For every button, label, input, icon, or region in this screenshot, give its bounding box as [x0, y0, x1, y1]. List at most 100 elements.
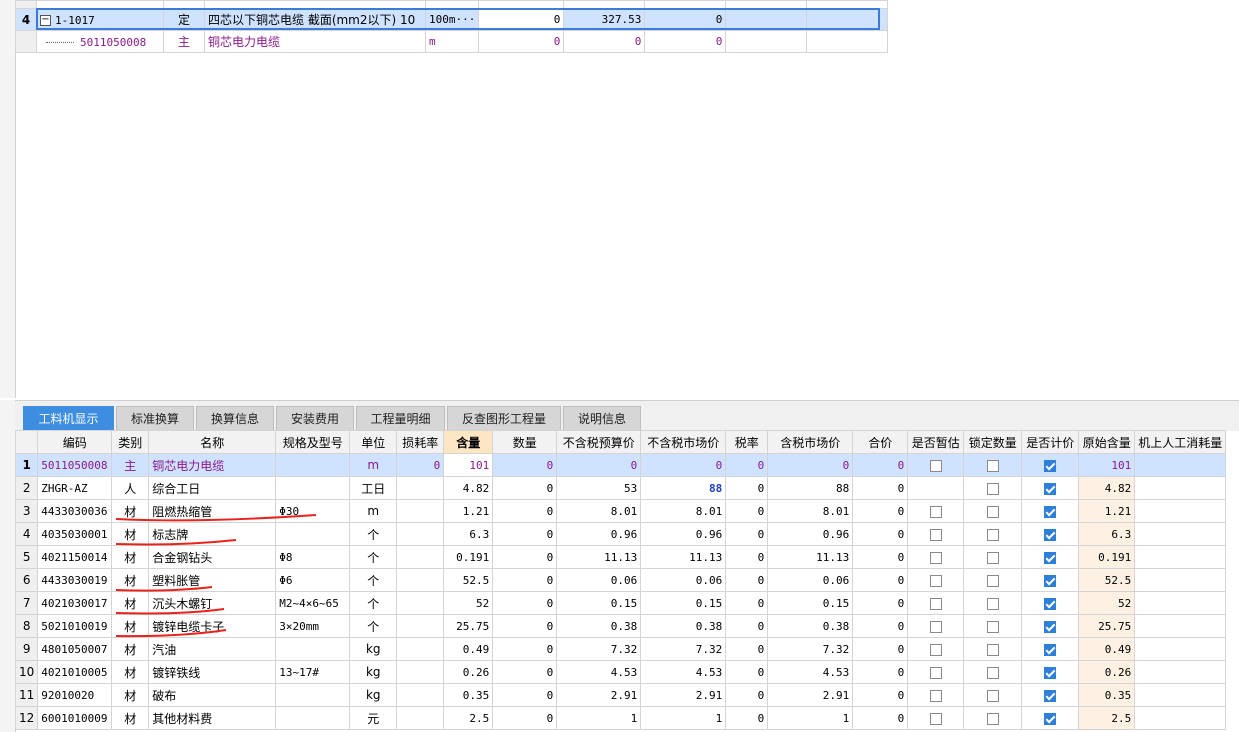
row-number[interactable]: 2 [14, 476, 39, 500]
resource-unit[interactable]: 个 [349, 614, 398, 638]
quota-total[interactable]: 0 [644, 8, 727, 31]
quota-name[interactable]: 四芯以下铜芯电缆 截面(mm2以下) 10 [204, 8, 426, 31]
resource-category[interactable]: 人 [111, 476, 150, 500]
quota-code-cell[interactable]: −1-1017 [36, 8, 164, 31]
checkbox-unchecked-icon[interactable] [929, 505, 942, 518]
resource-budget-price[interactable]: 0.06 [556, 568, 642, 592]
col-total[interactable]: 合价 [852, 430, 909, 454]
col-original-content[interactable]: 原始含量 [1078, 430, 1136, 454]
resource-tax-rate[interactable]: 0 [725, 660, 769, 684]
resource-original-content[interactable]: 0.191 [1078, 545, 1136, 569]
col-unit[interactable]: 单位 [349, 430, 398, 454]
checkbox-unchecked-icon[interactable] [929, 643, 942, 656]
col-category[interactable]: 类别 [111, 430, 150, 454]
resource-code[interactable]: 5011050008 [37, 453, 113, 477]
resource-budget-price[interactable]: 0.96 [556, 522, 642, 546]
resource-tax-rate[interactable]: 0 [725, 499, 769, 523]
checkbox-checked-icon[interactable] [1044, 482, 1057, 495]
resource-market-price[interactable]: 0.96 [640, 522, 727, 546]
resource-total[interactable]: 0 [852, 614, 909, 638]
checkbox-checked-icon[interactable] [1044, 551, 1057, 564]
resource-name[interactable]: 综合工日 [148, 476, 277, 500]
checkbox-unchecked-icon[interactable] [929, 712, 942, 725]
resource-is-estimate[interactable] [907, 476, 965, 500]
col-is-estimate[interactable]: 是否暂估 [907, 430, 965, 454]
resource-tax-rate[interactable]: 0 [725, 637, 769, 661]
resource-market-price[interactable]: 88 [640, 476, 727, 500]
checkbox-unchecked-icon[interactable] [986, 689, 999, 702]
resource-quantity[interactable]: 0 [492, 614, 558, 638]
resource-unit[interactable]: 工日 [349, 476, 398, 500]
resource-original-content[interactable]: 25.75 [1078, 614, 1136, 638]
resource-is-priced[interactable] [1021, 614, 1080, 638]
resource-is-priced[interactable] [1021, 568, 1080, 592]
resource-is-estimate[interactable] [907, 522, 965, 546]
checkbox-unchecked-icon[interactable] [986, 712, 999, 725]
resource-lock-quantity[interactable] [963, 637, 1023, 661]
resource-spec[interactable] [275, 453, 351, 477]
resource-tax-rate[interactable]: 0 [725, 614, 769, 638]
resource-lock-quantity[interactable] [963, 591, 1023, 615]
row-number[interactable]: 5 [14, 545, 39, 569]
resource-quantity[interactable]: 0 [492, 522, 558, 546]
resource-row[interactable]: 5 4021150014 材合金钢钻头 Φ8 个 0.191 0 11.13 11.13 0 11.… [14, 545, 1227, 569]
resource-lock-quantity[interactable] [963, 683, 1023, 707]
resource-unit[interactable]: 元 [349, 706, 398, 730]
resource-tax-rate[interactable]: 0 [725, 591, 769, 615]
material-quantity[interactable]: 0 [478, 30, 565, 53]
material-type[interactable]: 主 [163, 30, 205, 53]
resource-taxed-market-price[interactable]: 0 [767, 453, 854, 477]
resource-machine-labor[interactable] [1134, 660, 1227, 684]
checkbox-checked-icon[interactable] [1044, 666, 1057, 679]
resource-code[interactable]: 6001010009 [37, 706, 113, 730]
resource-taxed-market-price[interactable]: 7.32 [767, 637, 854, 661]
resource-spec[interactable] [275, 683, 351, 707]
resource-code[interactable]: 4021150014 [37, 545, 113, 569]
resource-is-priced[interactable] [1021, 660, 1080, 684]
resource-is-estimate[interactable] [907, 683, 965, 707]
resource-name[interactable]: 汽油 [148, 637, 277, 661]
resource-name[interactable]: 标志牌 [148, 522, 277, 546]
resource-market-price[interactable]: 0.15 [640, 591, 727, 615]
material-code-cell[interactable]: 5011050008 [36, 30, 164, 53]
resource-loss-rate[interactable] [396, 545, 445, 569]
resource-category[interactable]: 材 [111, 499, 150, 523]
resource-row[interactable]: 7 4021030017 材沉头木螺钉 M2~4×6~65 个 52 0 0.15 0.15 0 0… [14, 591, 1227, 615]
resource-tax-rate[interactable]: 0 [725, 706, 769, 730]
row-number[interactable]: 6 [14, 568, 39, 592]
resource-machine-labor[interactable] [1134, 568, 1227, 592]
tab-standard-conversion[interactable]: 标准换算 [116, 406, 194, 430]
resource-lock-quantity[interactable] [963, 660, 1023, 684]
checkbox-unchecked-icon[interactable] [929, 551, 942, 564]
resource-name[interactable]: 阻燃热缩管 [148, 499, 277, 523]
resource-content[interactable]: 6.3 [443, 522, 494, 546]
row-number[interactable]: 9 [14, 637, 39, 661]
row-number[interactable]: 4 [14, 522, 39, 546]
resource-content[interactable]: 1.21 [443, 499, 494, 523]
resource-loss-rate[interactable] [396, 706, 445, 730]
checkbox-unchecked-icon[interactable] [986, 551, 999, 564]
resource-unit[interactable]: kg [349, 683, 398, 707]
resource-name[interactable]: 其他材料费 [148, 706, 277, 730]
resource-total[interactable]: 0 [852, 706, 909, 730]
resource-spec[interactable]: M2~4×6~65 [275, 591, 351, 615]
checkbox-checked-icon[interactable] [1044, 712, 1057, 725]
resource-unit[interactable]: 个 [349, 568, 398, 592]
resource-original-content[interactable]: 1.21 [1078, 499, 1136, 523]
resource-taxed-market-price[interactable]: 0.15 [767, 591, 854, 615]
resource-is-priced[interactable] [1021, 499, 1080, 523]
resource-code[interactable]: 4021030017 [37, 591, 113, 615]
resource-market-price[interactable]: 8.01 [640, 499, 727, 523]
resource-code[interactable]: 4801050007 [37, 637, 113, 661]
resource-name[interactable]: 破布 [148, 683, 277, 707]
col-name[interactable]: 名称 [148, 430, 277, 454]
resource-original-content[interactable]: 52.5 [1078, 568, 1136, 592]
resource-is-priced[interactable] [1021, 706, 1080, 730]
resource-row[interactable]: 3 4433030036 材阻燃热缩管 Φ30 m 1.21 0 8.01 8.01 0 8.01 0… [14, 499, 1227, 523]
quota-quantity-input[interactable]: 0 [478, 8, 565, 31]
resource-spec[interactable]: Φ6 [275, 568, 351, 592]
resource-is-estimate[interactable] [907, 453, 965, 477]
material-name[interactable]: 铜芯电力电缆 [204, 30, 426, 53]
resource-name[interactable]: 镀锌电缆卡子 [148, 614, 277, 638]
resource-quantity[interactable]: 0 [492, 683, 558, 707]
